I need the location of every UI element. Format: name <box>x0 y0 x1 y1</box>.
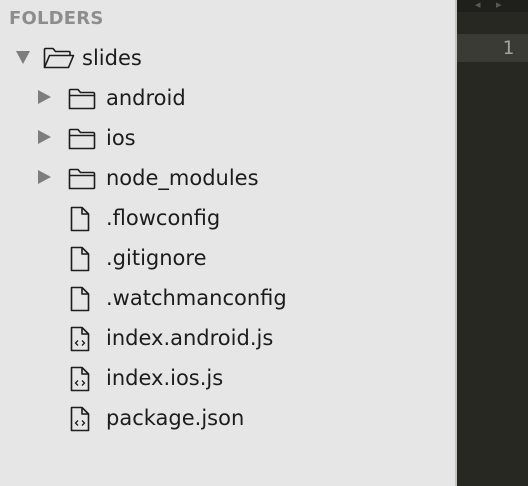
tree-row-code-file[interactable]: index.android.js <box>0 318 455 358</box>
gutter-current-line: 1 <box>457 34 528 62</box>
folder-icon <box>68 168 96 194</box>
tree-label: index.android.js <box>106 326 274 350</box>
tree-label: index.ios.js <box>106 366 224 390</box>
folders-header: FOLDERS <box>9 8 104 29</box>
tree-label: package.json <box>106 406 245 430</box>
folder-icon <box>68 128 96 154</box>
tree-row-folder[interactable]: ios <box>0 118 455 158</box>
tree-row-folder[interactable]: node_modules <box>0 158 455 198</box>
line-number: 1 <box>502 37 514 59</box>
sidebar: FOLDERS slides android ios node_modules … <box>0 0 455 486</box>
tree-row-code-file[interactable]: index.ios.js <box>0 358 455 398</box>
disclosure-collapsed-icon[interactable] <box>38 130 51 144</box>
tree-label: .watchmanconfig <box>106 286 287 310</box>
disclosure-collapsed-icon[interactable] <box>38 90 51 104</box>
code-file-icon <box>70 406 90 436</box>
tree-row-slides[interactable]: slides <box>0 38 455 78</box>
tree-label: ios <box>106 126 136 150</box>
tree-label: .gitignore <box>106 246 207 270</box>
file-icon <box>70 246 90 276</box>
tree-label: android <box>106 86 186 110</box>
editor-pane[interactable]: ◂ ▸ 1 <box>457 0 528 486</box>
disclosure-collapsed-icon[interactable] <box>38 170 51 184</box>
tree-label: .flowconfig <box>106 206 221 230</box>
tree-label-slides: slides <box>82 46 142 70</box>
tree-row-file[interactable]: .flowconfig <box>0 198 455 238</box>
code-file-icon <box>70 366 90 396</box>
disclosure-expanded-icon[interactable] <box>16 51 30 64</box>
tree-label: node_modules <box>106 166 259 190</box>
folder-icon <box>68 88 96 114</box>
tree-row-code-file[interactable]: package.json <box>0 398 455 438</box>
file-icon <box>70 206 90 236</box>
tree-row-folder[interactable]: android <box>0 78 455 118</box>
file-icon <box>70 286 90 316</box>
tree-row-file[interactable]: .gitignore <box>0 238 455 278</box>
tree-row-file[interactable]: .watchmanconfig <box>0 278 455 318</box>
tab-nav-arrows[interactable]: ◂ ▸ <box>457 0 528 12</box>
folder-open-icon <box>43 47 75 73</box>
code-file-icon <box>70 326 90 356</box>
